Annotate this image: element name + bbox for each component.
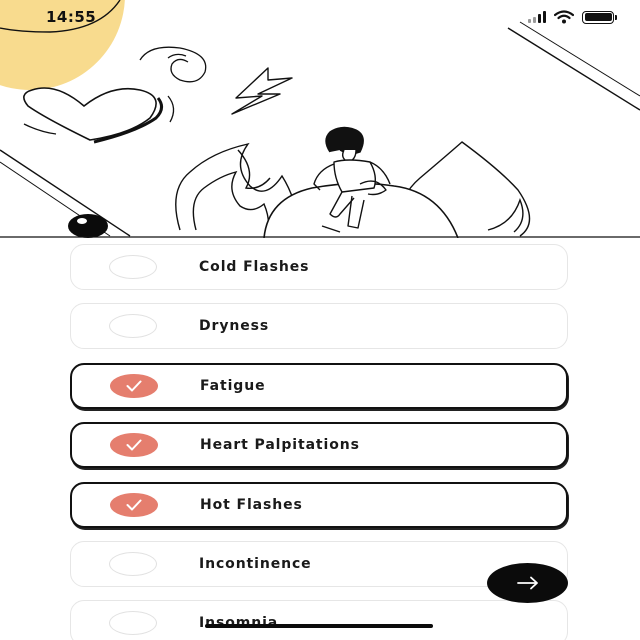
symptom-label: Hot Flashes	[200, 496, 303, 513]
symptom-label: Incontinence	[199, 555, 312, 572]
radio-icon[interactable]	[110, 492, 158, 517]
hero-illustration	[0, 0, 640, 238]
radio-icon[interactable]	[109, 551, 157, 576]
next-button[interactable]	[487, 563, 568, 603]
symptom-label: Dryness	[199, 318, 270, 335]
symptom-option[interactable]: Heart Palpitations	[70, 422, 568, 469]
check-icon	[126, 380, 142, 392]
radio-icon[interactable]	[109, 611, 157, 636]
swirl-icon	[139, 46, 207, 83]
battery-level	[584, 13, 612, 21]
battery-icon	[582, 10, 617, 24]
radio-icon[interactable]	[109, 314, 157, 339]
symptom-option[interactable]: Cold Flashes	[70, 244, 568, 290]
signal-icon	[528, 11, 546, 23]
symptom-label: Heart Palpitations	[200, 437, 360, 454]
black-ball-icon	[68, 214, 108, 238]
home-indicator	[205, 624, 433, 628]
radio-icon[interactable]	[110, 433, 158, 458]
symptom-label: Fatigue	[200, 377, 266, 394]
radio-icon[interactable]	[110, 373, 158, 398]
check-icon	[126, 499, 142, 511]
heart-icon	[23, 87, 175, 144]
woman-sitting-on-sphere-illustration	[0, 0, 640, 238]
symptom-option[interactable]: Dryness	[70, 303, 568, 350]
symptom-option[interactable]: Fatigue	[70, 362, 568, 409]
status-icons	[528, 10, 617, 24]
status-time: 14:55	[46, 8, 97, 26]
lightning-icon	[231, 67, 293, 115]
wifi-icon	[554, 10, 574, 24]
symptom-label: Cold Flashes	[199, 259, 310, 275]
status-bar: 14:55	[0, 0, 640, 34]
arrow-right-icon	[516, 576, 538, 590]
radio-icon[interactable]	[109, 255, 157, 279]
symptom-option[interactable]: Hot Flashes	[70, 481, 568, 528]
check-icon	[126, 439, 142, 451]
symptom-option[interactable]: Insomnia	[70, 600, 568, 640]
